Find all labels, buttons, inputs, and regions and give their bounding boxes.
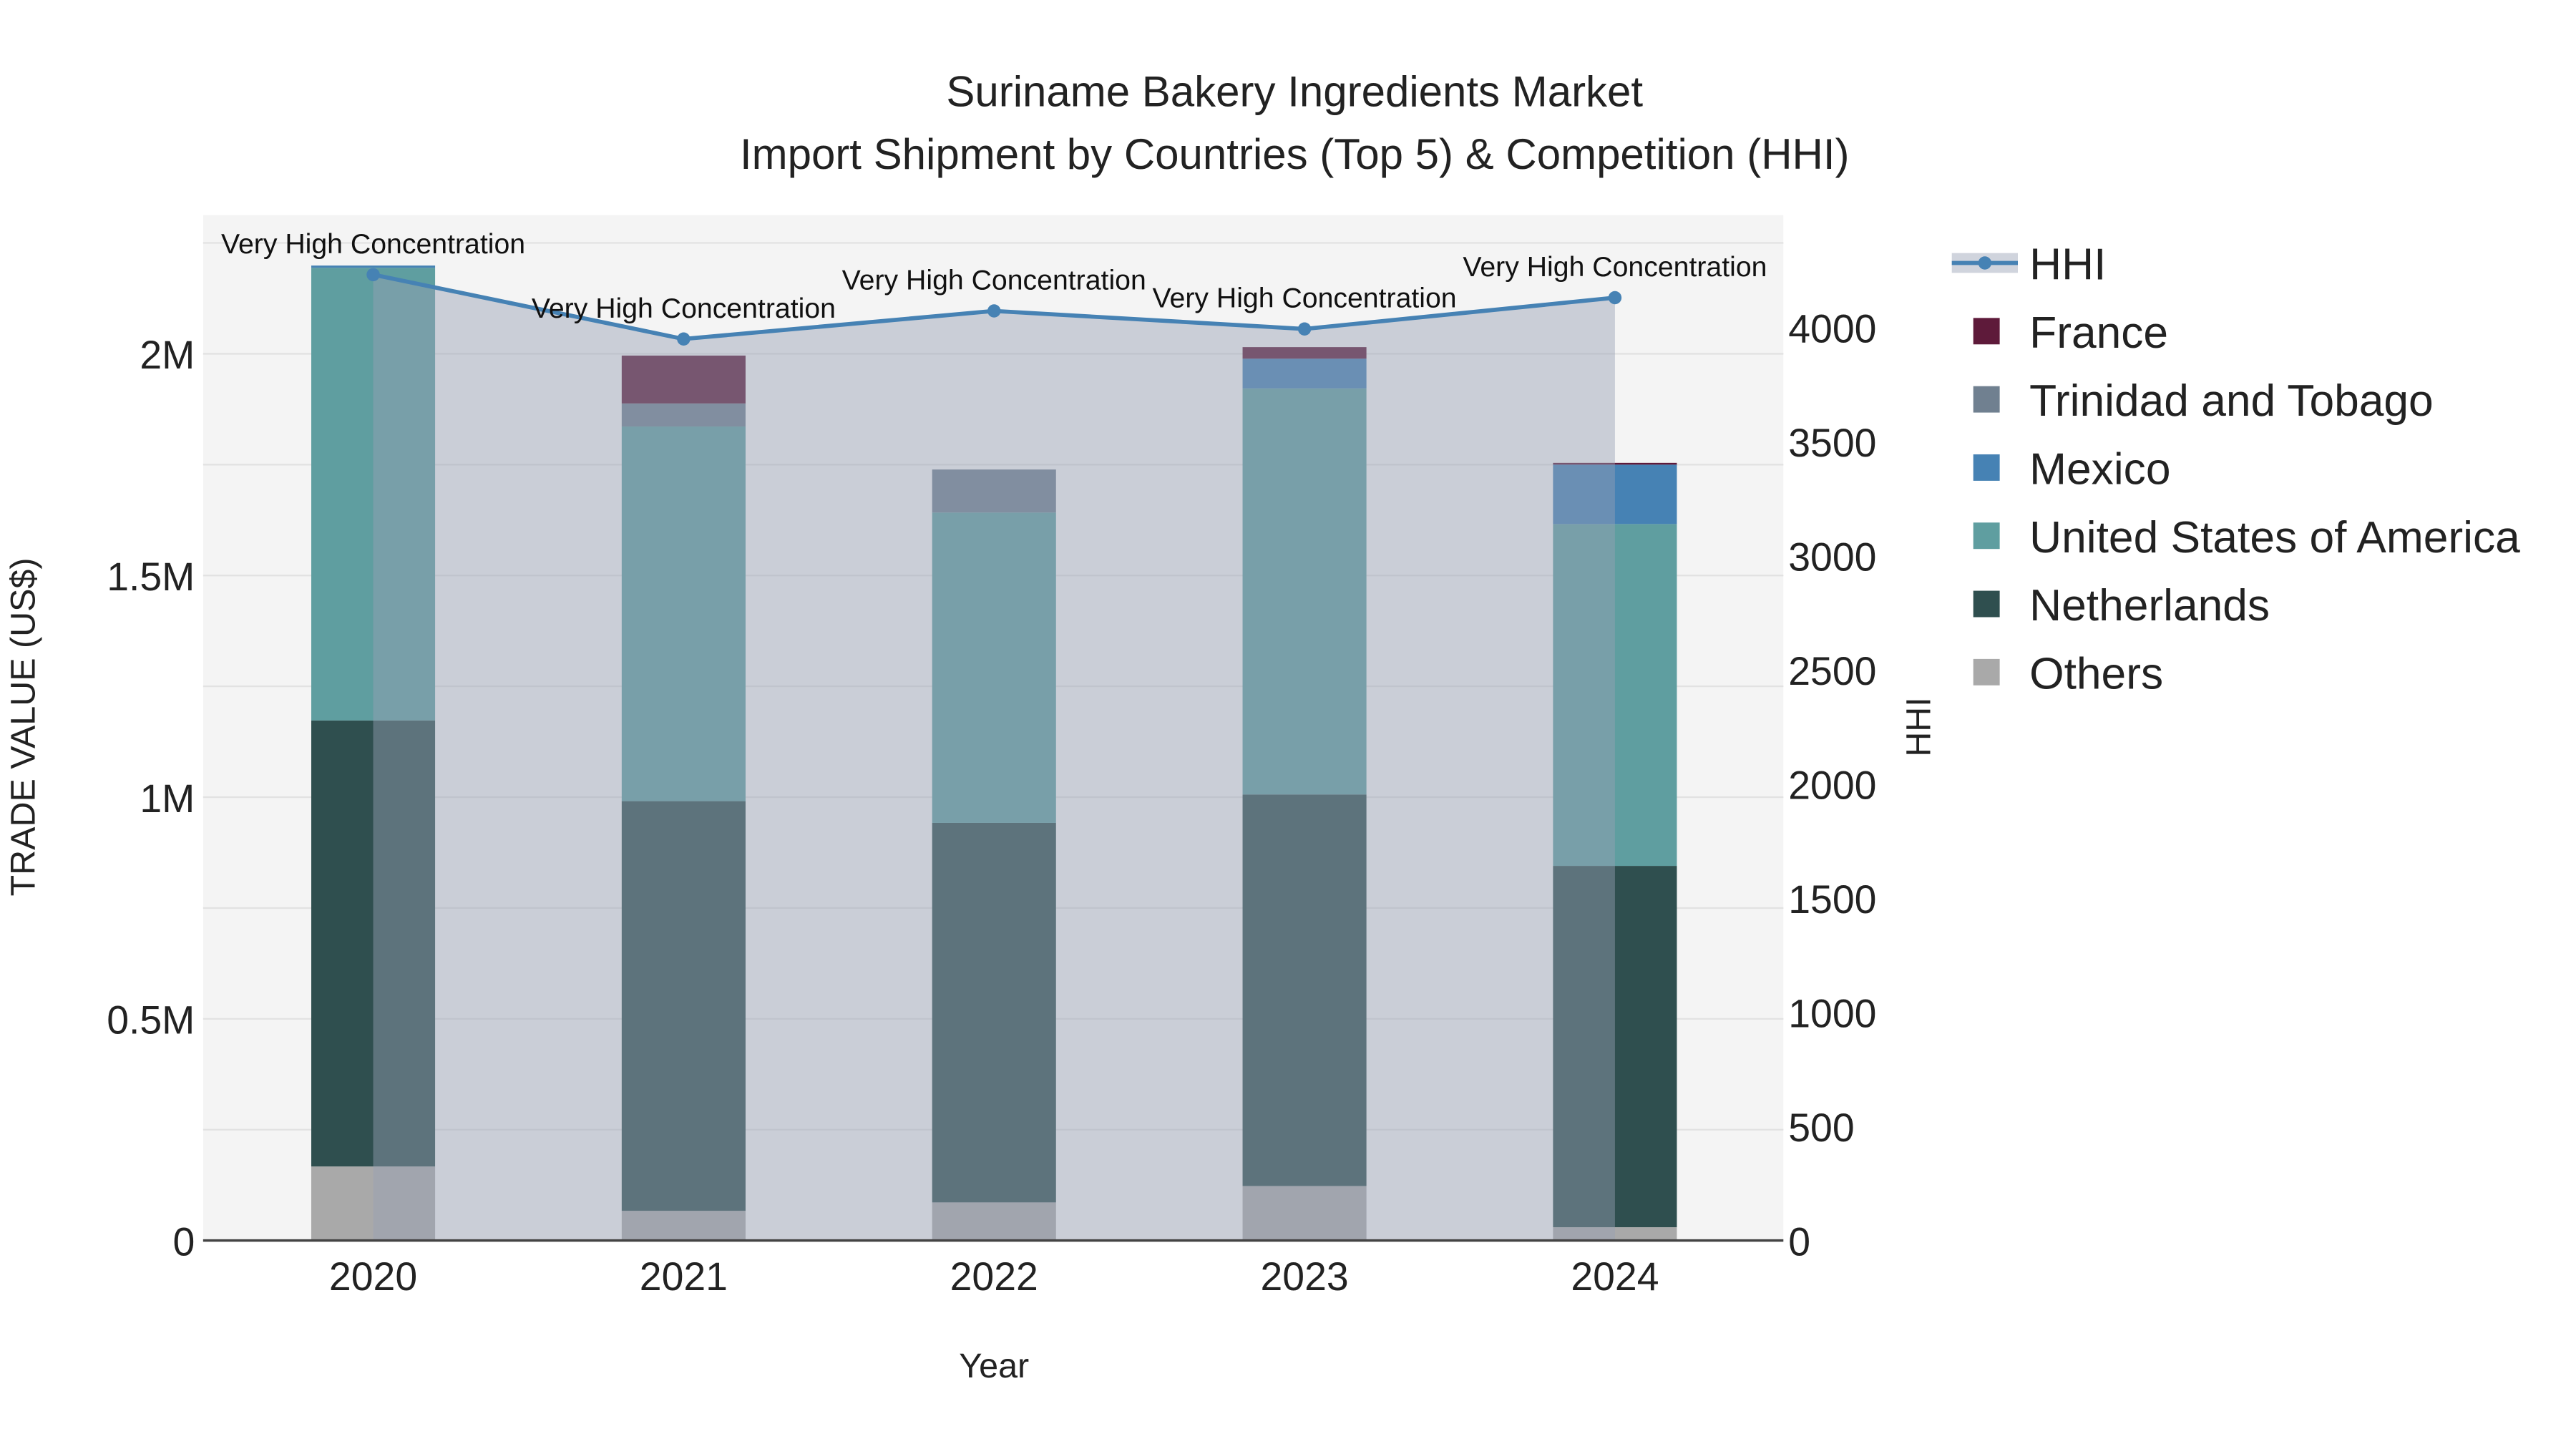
hhi-annotation: Very High Concentration [1463,251,1767,283]
legend-swatch [1973,522,2000,550]
y-tick-label: 2M [140,333,195,377]
y2-tick-label: 3500 [1788,421,1876,465]
y2-tick-label: 500 [1788,1106,1854,1150]
legend-item-netherlands[interactable]: Netherlands [2029,581,2270,630]
hhi-point-2024[interactable] [1608,291,1622,305]
legend-swatch [1973,454,2000,481]
legend-swatch [1973,318,2000,345]
bar-mexico-2020[interactable] [311,265,436,268]
y2-tick-label: 1000 [1788,991,1876,1035]
chart-subtitle: Import Shipment by Countries (Top 5) & C… [740,130,1850,178]
legend-item-others[interactable]: Others [2029,649,2163,698]
y-tick-label: 0.5M [107,998,195,1043]
hhi-annotation: Very High Concentration [842,265,1146,296]
hhi-annotation: Very High Concentration [532,293,836,324]
y2-tick-label: 2000 [1788,763,1876,807]
x-tick-label: 2020 [329,1254,417,1299]
x-tick-label: 2021 [640,1254,728,1299]
y-tick-label: 0 [172,1219,195,1264]
hhi-point-2021[interactable] [677,332,691,346]
legend-hhi-marker [1978,256,1992,270]
legend-item-mexico[interactable]: Mexico [2029,444,2170,494]
legend-swatch [1973,386,2000,413]
hhi-point-2022[interactable] [987,304,1001,318]
x-tick-label: 2023 [1260,1254,1348,1299]
legend-item-hhi[interactable]: HHI [2029,240,2106,290]
y-axis-label: TRADE VALUE (US$) [4,557,42,896]
chart: Suriname Bakery Ingredients Market Impor… [4,67,2520,1385]
legend-item-trinidad-and-tobago[interactable]: Trinidad and Tobago [2029,376,2434,426]
hhi-area [373,274,1615,1241]
legend-swatch [1973,658,2000,686]
legend-item-united-states-of-america[interactable]: United States of America [2029,513,2520,562]
chart-title: Suriname Bakery Ingredients Market [946,67,1643,115]
y2-tick-label: 2500 [1788,649,1876,693]
legend-item-france[interactable]: France [2029,308,2168,358]
hhi-point-2023[interactable] [1297,322,1312,336]
x-axis-label: Year [959,1347,1029,1385]
hhi-annotation: Very High Concentration [1153,283,1457,314]
legend-swatch [1973,590,2000,618]
y-tick-label: 1M [140,776,195,821]
y-tick-label: 1.5M [107,555,195,599]
y2-tick-label: 3000 [1788,535,1876,579]
hhi-point-2020[interactable] [366,268,380,282]
x-tick-label: 2022 [950,1254,1038,1299]
y2-axis-label: HHI [1900,697,1938,756]
x-tick-label: 2024 [1571,1254,1659,1299]
y2-tick-label: 1500 [1788,877,1876,922]
hhi-annotation: Very High Concentration [221,228,525,260]
y2-tick-label: 4000 [1788,306,1876,351]
y2-tick-label: 0 [1788,1219,1810,1264]
